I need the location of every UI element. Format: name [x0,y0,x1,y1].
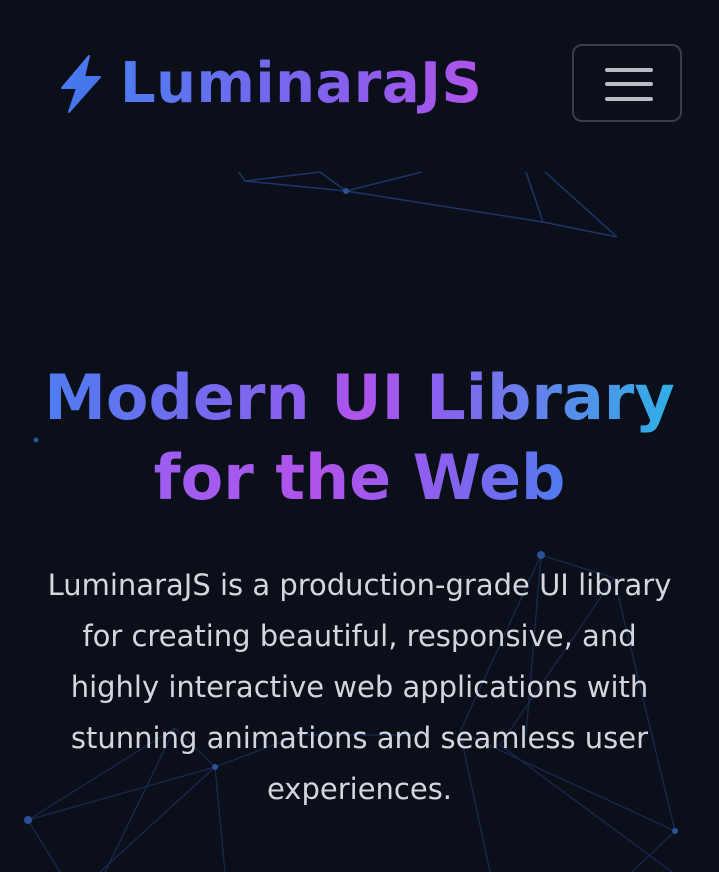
hamburger-menu-icon-bar-3 [605,97,653,101]
menu-toggle-button[interactable] [572,44,682,122]
hero-title-line-2: for the Web [153,441,566,514]
brand-logo[interactable]: LuminaraJS [56,50,482,118]
lightning-bolt-icon [61,55,101,113]
brand-name: LuminaraJS [120,51,483,116]
hero-title: Modern UI Library for the Web [0,358,719,518]
hero-description: LuminaraJS is a production-grade UI libr… [47,568,672,806]
hamburger-menu-icon-bar-2 [605,82,653,86]
hamburger-menu-icon [605,68,653,72]
page: LuminaraJS Modern UI Library for the Web… [0,0,719,872]
hero-title-line-1: Modern UI Library [44,361,675,434]
